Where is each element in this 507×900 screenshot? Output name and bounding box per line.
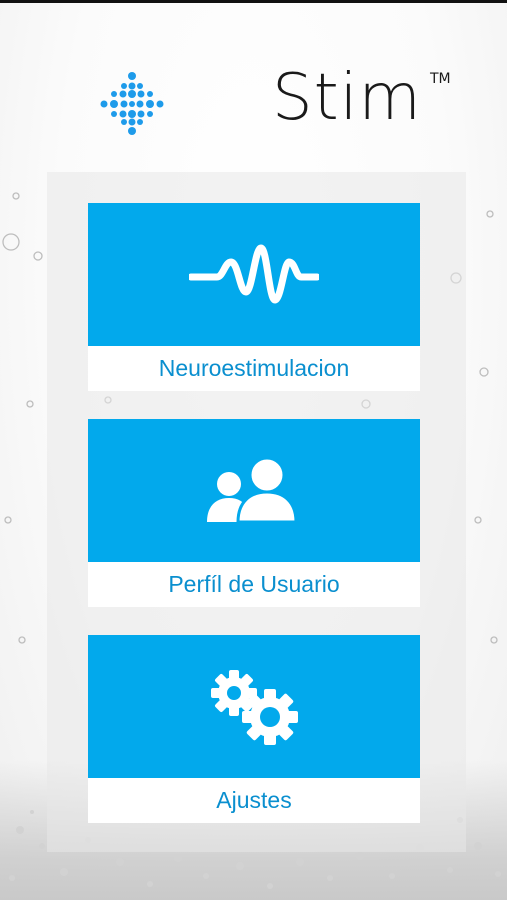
trademark-mark: TM <box>430 71 451 87</box>
card-banner <box>88 203 420 346</box>
card-label: Neuroestimulacion <box>158 355 350 381</box>
card-banner <box>88 635 420 778</box>
gears-icon <box>211 669 298 745</box>
card-banner <box>88 419 420 562</box>
status-bar <box>0 0 507 3</box>
card-label: Perfíl de Usuario <box>168 571 340 597</box>
waveform-icon <box>189 244 319 303</box>
users-icon <box>207 456 298 523</box>
brand-name: Stim <box>272 61 422 135</box>
perfil-de-usuario-button[interactable]: Perfíl de Usuario <box>88 419 420 607</box>
neuroestimulacion-button[interactable]: Neuroestimulacion <box>88 203 420 391</box>
ajustes-button[interactable]: Ajustes <box>88 635 420 823</box>
dots-helix-icon <box>100 72 164 135</box>
card-label: Ajustes <box>216 787 292 813</box>
